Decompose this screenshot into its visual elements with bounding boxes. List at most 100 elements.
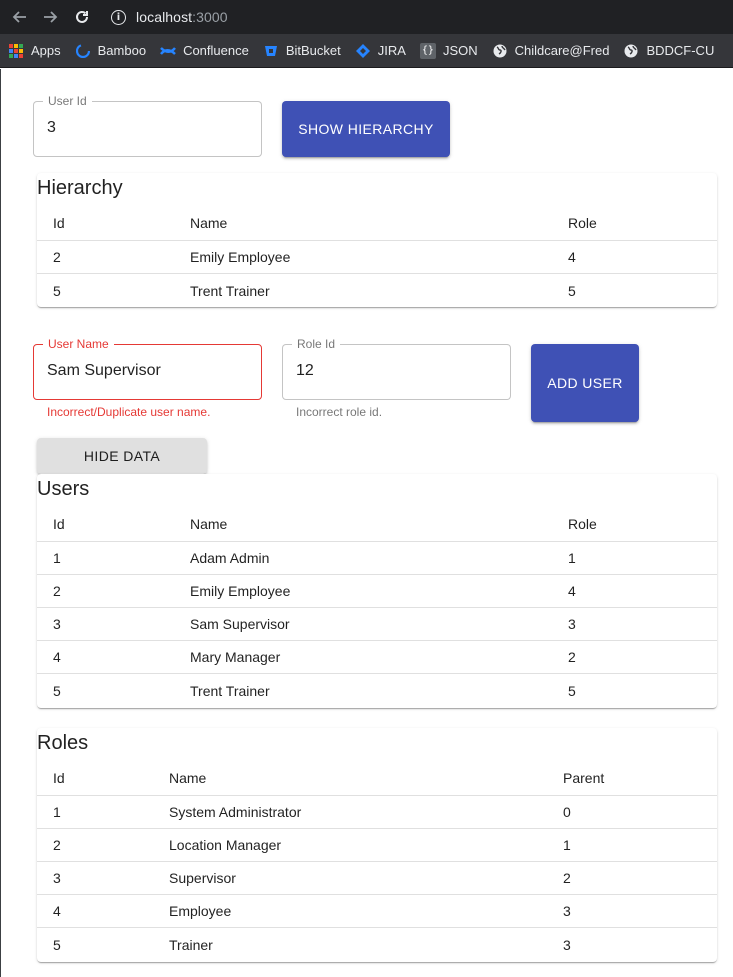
confluence-icon bbox=[160, 43, 177, 59]
roles-title: Roles bbox=[37, 732, 89, 754]
table-row: 5 Trent Trainer 5 bbox=[37, 274, 717, 307]
table-row: 4 Employee 3 bbox=[37, 895, 717, 928]
cell-name: Employee bbox=[169, 903, 232, 919]
cell-name: Mary Manager bbox=[190, 649, 281, 665]
cell-id: 4 bbox=[53, 649, 61, 665]
role-id-field[interactable]: Role Id bbox=[282, 337, 511, 400]
bitbucket-icon bbox=[263, 43, 279, 59]
users-table: Id Name Role 1 Adam Admin 1 2 Emily Empl… bbox=[37, 506, 717, 707]
users-title: Users bbox=[37, 478, 90, 500]
globe-icon bbox=[492, 43, 508, 59]
cell-id: 1 bbox=[53, 550, 61, 566]
cell-role: 4 bbox=[568, 249, 576, 265]
hierarchy-panel: Hierarchy Id Name Role 2 Emily Employee … bbox=[37, 173, 717, 307]
user-name-input[interactable] bbox=[47, 362, 229, 380]
site-info-icon[interactable]: i bbox=[111, 9, 126, 25]
browser-toolbar: i localhost:3000 bbox=[0, 0, 733, 34]
cell-id: 3 bbox=[53, 870, 61, 886]
bookmark-label: Childcare@Fred bbox=[514, 43, 610, 58]
bookmark-jira[interactable]: JIRA bbox=[347, 43, 412, 59]
role-id-input[interactable] bbox=[296, 362, 478, 380]
bookmarks-bar: Apps Bamboo Confluence BitBucket JIRA {}… bbox=[0, 34, 733, 68]
user-name-label: User Name bbox=[43, 337, 114, 351]
cell-name: Adam Admin bbox=[190, 550, 270, 566]
cell-role: 2 bbox=[568, 649, 576, 665]
hierarchy-title: Hierarchy bbox=[37, 177, 123, 199]
json-icon: {} bbox=[419, 42, 436, 59]
bookmark-label: JSON bbox=[442, 43, 478, 58]
role-id-label: Role Id bbox=[292, 337, 341, 351]
apps-grid-icon bbox=[8, 43, 24, 59]
jira-icon bbox=[355, 43, 371, 59]
add-user-button[interactable]: Add User bbox=[531, 344, 639, 422]
bookmark-json[interactable]: {} JSON bbox=[412, 42, 484, 59]
cell-role: 5 bbox=[568, 682, 576, 699]
cell-name: Trent Trainer bbox=[190, 282, 270, 299]
window-edge bbox=[0, 69, 1, 977]
table-row: 2 Location Manager 1 bbox=[37, 829, 717, 862]
bookmark-label: BDDCF-CU bbox=[646, 43, 715, 58]
column-header: Name bbox=[190, 515, 228, 532]
url-host: localhost bbox=[136, 9, 193, 25]
bookmark-apps[interactable]: Apps bbox=[0, 43, 67, 59]
cell-name: Location Manager bbox=[169, 837, 282, 853]
table-row: 5 Trainer 3 bbox=[37, 928, 717, 961]
column-header: Id bbox=[53, 515, 65, 532]
bookmark-confluence[interactable]: Confluence bbox=[152, 43, 255, 59]
cell-name: System Administrator bbox=[169, 804, 302, 820]
table-row: 4 Mary Manager 2 bbox=[37, 641, 717, 674]
bamboo-icon bbox=[75, 43, 91, 59]
column-header: Id bbox=[53, 769, 65, 786]
cell-parent: 1 bbox=[563, 837, 571, 853]
url-port: :3000 bbox=[192, 9, 228, 25]
forward-arrow-icon[interactable] bbox=[39, 6, 61, 28]
cell-id: 2 bbox=[53, 583, 61, 599]
cell-role: 5 bbox=[568, 282, 576, 299]
cell-id: 5 bbox=[53, 682, 61, 699]
column-header: Name bbox=[169, 769, 207, 786]
cell-parent: 2 bbox=[563, 870, 571, 886]
user-name-error-text: Incorrect/Duplicate user name. bbox=[47, 405, 211, 419]
cell-id: 3 bbox=[53, 616, 61, 632]
table-row: 1 Adam Admin 1 bbox=[37, 542, 717, 575]
cell-name: Emily Employee bbox=[190, 583, 291, 599]
table-header-row: Id Name Role bbox=[37, 506, 717, 542]
user-name-field[interactable]: User Name bbox=[33, 337, 262, 400]
bookmark-bamboo[interactable]: Bamboo bbox=[67, 43, 152, 59]
bookmark-bddcf[interactable]: BDDCF-CU bbox=[615, 43, 720, 59]
user-id-input[interactable] bbox=[47, 119, 229, 137]
bookmark-label: BitBucket bbox=[285, 43, 341, 58]
cell-id: 4 bbox=[53, 903, 61, 919]
table-row: 3 Supervisor 2 bbox=[37, 862, 717, 895]
cell-parent: 0 bbox=[563, 804, 571, 820]
roles-panel: Roles Id Name Parent 1 System Administra… bbox=[37, 728, 717, 962]
bookmark-label: Apps bbox=[31, 43, 61, 58]
cell-id: 5 bbox=[53, 936, 61, 953]
user-id-label: User Id bbox=[43, 94, 92, 108]
roles-table: Id Name Parent 1 System Administrator 0 … bbox=[37, 760, 717, 961]
show-hierarchy-button[interactable]: Show Hierarchy bbox=[282, 101, 450, 157]
bookmark-childcare[interactable]: Childcare@Fred bbox=[484, 43, 616, 59]
cell-role: 4 bbox=[568, 583, 576, 599]
cell-parent: 3 bbox=[563, 936, 571, 953]
bookmark-bitbucket[interactable]: BitBucket bbox=[255, 43, 347, 59]
cell-name: Trainer bbox=[169, 936, 213, 953]
users-panel: Users Id Name Role 1 Adam Admin 1 2 Emil… bbox=[37, 474, 717, 708]
globe-icon bbox=[623, 43, 639, 59]
cell-role: 1 bbox=[568, 550, 576, 566]
cell-parent: 3 bbox=[563, 903, 571, 919]
cell-name: Sam Supervisor bbox=[190, 616, 290, 632]
role-id-helper-text: Incorrect role id. bbox=[296, 405, 383, 419]
back-arrow-icon[interactable] bbox=[9, 6, 31, 28]
column-header: Role bbox=[568, 515, 597, 532]
column-header: Parent bbox=[563, 769, 605, 786]
reload-icon[interactable] bbox=[71, 6, 93, 28]
table-header-row: Id Name Parent bbox=[37, 760, 717, 796]
address-bar[interactable]: localhost:3000 bbox=[136, 9, 228, 25]
cell-name: Trent Trainer bbox=[190, 682, 270, 699]
cell-id: 1 bbox=[53, 804, 61, 820]
hide-data-button[interactable]: Hide Data bbox=[37, 438, 207, 474]
user-id-field[interactable]: User Id bbox=[33, 94, 262, 157]
table-row: 5 Trent Trainer 5 bbox=[37, 674, 717, 707]
bookmark-label: Confluence bbox=[183, 43, 249, 58]
